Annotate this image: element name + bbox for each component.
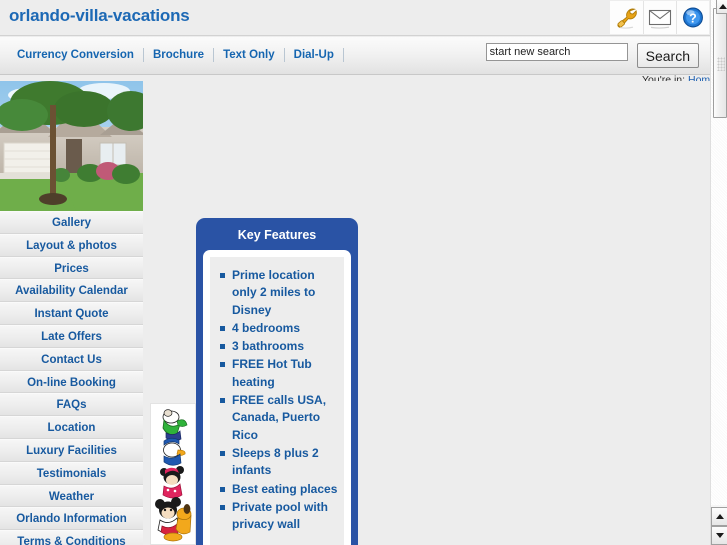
- vertical-scrollbar[interactable]: [710, 0, 727, 545]
- envelope-mail-icon[interactable]: [643, 1, 676, 34]
- search-button[interactable]: Search: [636, 43, 699, 68]
- sidebar-item-faqs[interactable]: FAQs: [0, 393, 143, 417]
- search-input[interactable]: [485, 43, 628, 61]
- key-features-list: Prime location only 2 miles to Disney 4 …: [216, 267, 338, 533]
- scrollbar-button-down[interactable]: [711, 526, 727, 545]
- tools-wrench-icon[interactable]: [610, 1, 643, 34]
- key-features-content: Prime location only 2 miles to Disney 4 …: [210, 257, 344, 545]
- key-features-title: Key Features: [237, 228, 317, 242]
- disney-characters-image: [150, 403, 196, 545]
- sidebar-item-contact-us[interactable]: Contact Us: [0, 347, 143, 371]
- nav-link-text-only[interactable]: Text Only: [214, 49, 284, 61]
- header-icon-group: ?: [610, 1, 709, 34]
- list-item: Sleeps 8 plus 2 infants: [220, 445, 338, 480]
- list-item: Private pool with privacy wall: [220, 499, 338, 534]
- nav-link-dial-up[interactable]: Dial-Up: [285, 49, 343, 61]
- sidebar-item-gallery[interactable]: Gallery: [0, 211, 143, 234]
- list-item: 4 bedrooms: [220, 320, 338, 337]
- scrollbar-thumb[interactable]: [713, 0, 727, 118]
- sidebar-item-instant-quote[interactable]: Instant Quote: [0, 302, 143, 325]
- villa-exterior-photo: [0, 81, 143, 211]
- sidebar-item-prices[interactable]: Prices: [0, 256, 143, 280]
- triangle-up-icon: [719, 4, 727, 9]
- list-item: Prime location only 2 miles to Disney: [220, 267, 338, 319]
- browser-page: orlando-villa-vacations ? Currency Conve…: [0, 0, 727, 545]
- page-header: orlando-villa-vacations ?: [0, 0, 710, 36]
- nav-link-list: Currency Conversion Brochure Text Only D…: [8, 48, 344, 62]
- scrollbar-grip: [717, 57, 725, 71]
- sidebar-item-location[interactable]: Location: [0, 416, 143, 439]
- nav-link-brochure[interactable]: Brochure: [144, 49, 213, 61]
- nav-link-currency-conversion[interactable]: Currency Conversion: [8, 49, 143, 61]
- sidebar-item-terms-conditions[interactable]: Terms & Conditions: [0, 530, 143, 545]
- sidebar-item-late-offers[interactable]: Late Offers: [0, 324, 143, 348]
- key-features-panel: Key Features Prime location only 2 miles…: [196, 218, 358, 545]
- sidebar-item-orlando-information[interactable]: Orlando Information: [0, 507, 143, 531]
- site-title: orlando-villa-vacations: [9, 6, 190, 25]
- triangle-down-icon: [715, 533, 724, 538]
- search-area: Search: [485, 43, 699, 68]
- sidebar-item-luxury-facilities[interactable]: Luxury Facilities: [0, 438, 143, 462]
- scrollbar-button-up[interactable]: [711, 507, 727, 526]
- list-item: FREE calls USA, Canada, Puerto Rico: [220, 392, 338, 444]
- help-question-icon[interactable]: ?: [676, 1, 709, 34]
- sidebar-item-online-booking[interactable]: On-line Booking: [0, 370, 143, 394]
- scroll-up-arrow-icon[interactable]: [716, 0, 727, 14]
- key-features-inner: Prime location only 2 miles to Disney 4 …: [203, 250, 351, 545]
- sidebar: Gallery Layout & photos Prices Availabil…: [0, 81, 143, 545]
- sidebar-item-testimonials[interactable]: Testimonials: [0, 461, 143, 485]
- nav-separator: [342, 48, 344, 62]
- sidebar-item-weather[interactable]: Weather: [0, 484, 143, 508]
- sidebar-item-availability-calendar[interactable]: Availability Calendar: [0, 279, 143, 303]
- list-item: Best eating places: [220, 481, 338, 498]
- utility-navbar: Currency Conversion Brochure Text Only D…: [0, 37, 710, 75]
- sidebar-menu: Gallery Layout & photos Prices Availabil…: [0, 211, 143, 545]
- sidebar-item-layout-photos[interactable]: Layout & photos: [0, 233, 143, 257]
- list-item: 3 bathrooms: [220, 338, 338, 355]
- svg-text:?: ?: [689, 11, 697, 25]
- triangle-up-icon: [715, 514, 724, 519]
- list-item: FREE Hot Tub heating: [220, 356, 338, 391]
